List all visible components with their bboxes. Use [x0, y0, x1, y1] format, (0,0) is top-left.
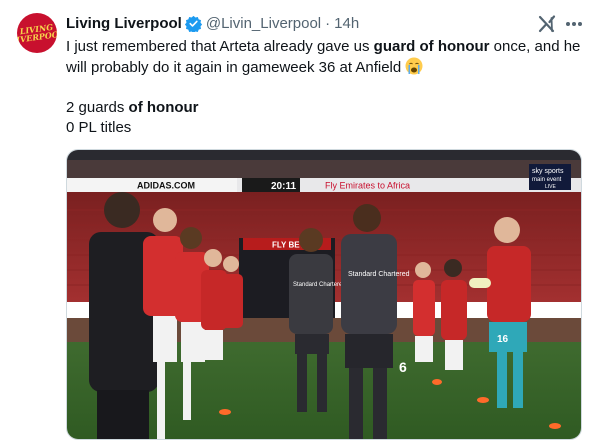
- tweet-media-photo[interactable]: ADIDAS.COM 20:11 Fly Emirates to Africa …: [66, 149, 582, 440]
- svg-text:main event: main event: [532, 177, 562, 183]
- tweet-header: Living Liverpool @Livin_Liverpool · 14h: [66, 13, 359, 33]
- stadium-photo: ADIDAS.COM 20:11 Fly Emirates to Africa …: [67, 150, 581, 439]
- tweet-paragraph-2: 2 guards of honour: [66, 99, 199, 116]
- ad-board-left: ADIDAS.COM: [137, 181, 195, 191]
- player-number: 6: [399, 359, 407, 375]
- account-handle[interactable]: @Livin_Liverpool: [206, 15, 321, 32]
- svg-text:Standard Chartered: Standard Chartered: [348, 271, 410, 278]
- tweet-paragraph-1: I just remembered that Arteta already ga…: [66, 38, 581, 76]
- tweet-card[interactable]: LIVING LIVERPOOL Living Liverpool @Livin…: [0, 0, 600, 446]
- crying-face-emoji-icon: [405, 57, 423, 75]
- keeper-number: 16: [497, 334, 509, 345]
- more-options-icon[interactable]: [563, 14, 585, 34]
- svg-text:sky sports: sky sports: [532, 168, 564, 175]
- grok-icon[interactable]: [537, 14, 557, 34]
- display-name[interactable]: Living Liverpool: [66, 15, 182, 32]
- avatar[interactable]: LIVING LIVERPOOL: [17, 13, 57, 53]
- ad-board-right: Fly Emirates to Africa: [325, 181, 410, 191]
- tweet-paragraph-3: 0 PL titles: [66, 119, 132, 136]
- svg-text:Standard Chartered: Standard Chartered: [293, 282, 346, 288]
- tweet-text: I just remembered that Arteta already ga…: [66, 37, 586, 138]
- svg-text:LIVE: LIVE: [545, 184, 557, 190]
- avatar-logo: LIVING LIVERPOOL: [17, 21, 57, 46]
- timestamp[interactable]: 14h: [334, 15, 359, 32]
- separator-dot: ·: [325, 14, 331, 32]
- scoreboard-time: 20:11: [271, 181, 296, 192]
- verified-badge-icon: [184, 15, 202, 32]
